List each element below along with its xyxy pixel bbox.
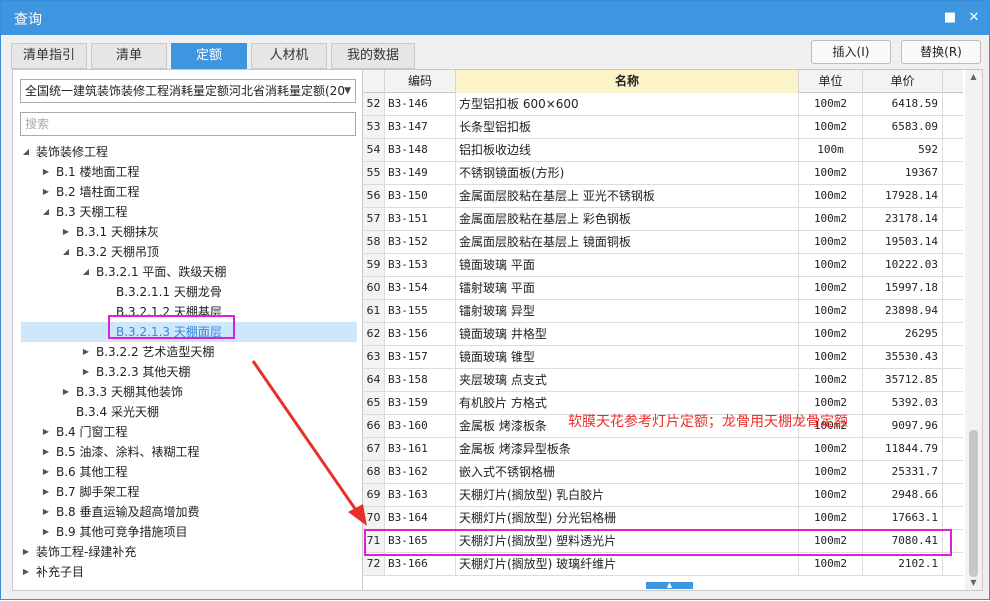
annotation-arrow [251, 360, 367, 526]
query-window: 查询 ■ ✕ 清单指引 清单 定额 人材机 我的数据 插入(I) 替换(R) 全… [0, 0, 990, 600]
annotation-note: 软膜天花参考灯片定额；龙骨用天棚龙骨定额 [568, 414, 848, 430]
